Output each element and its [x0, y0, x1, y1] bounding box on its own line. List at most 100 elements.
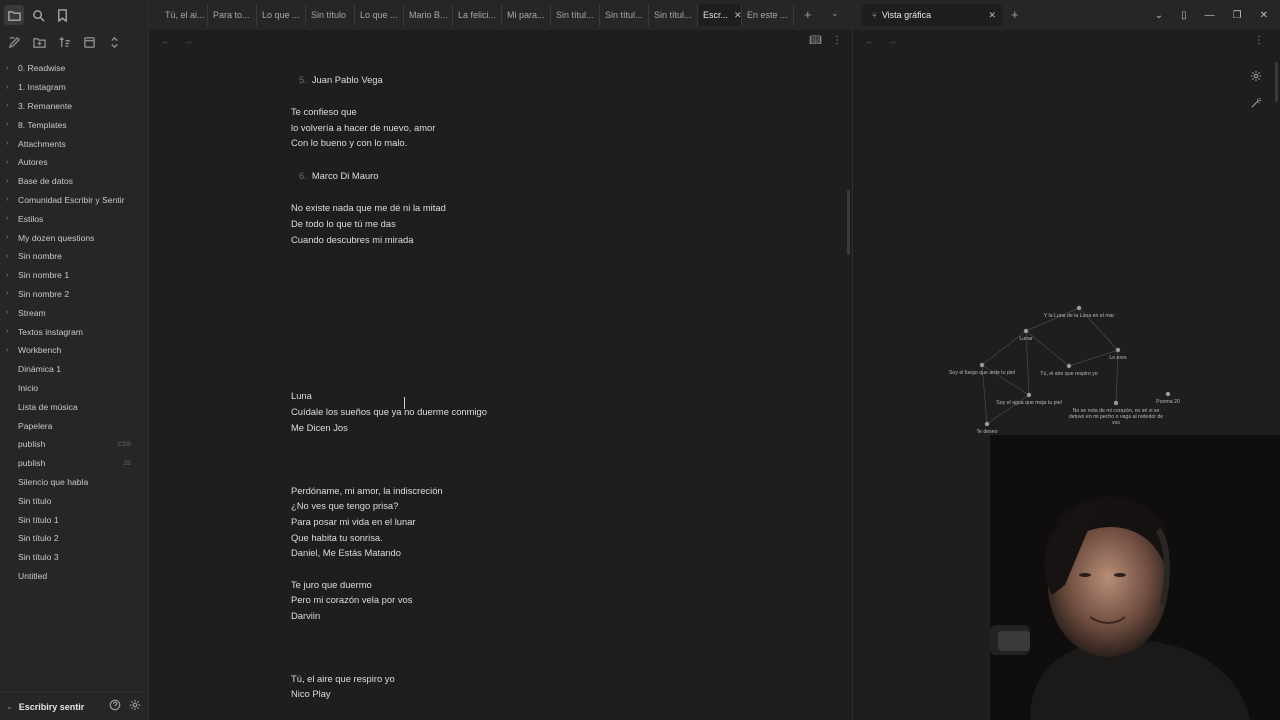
chevron-right-icon[interactable]: ›	[6, 272, 18, 279]
chevron-right-icon[interactable]: ›	[6, 65, 18, 72]
sidebar-folder-item[interactable]: › 3. Remanente	[0, 97, 149, 116]
editor-tab[interactable]: En este ...	[742, 4, 794, 26]
settings-gear-icon[interactable]	[129, 699, 141, 714]
scrollbar[interactable]	[847, 190, 850, 255]
sidebar-folder-item[interactable]: › Attachments	[0, 134, 149, 153]
sidebar-folder-item[interactable]: › My dozen questions	[0, 228, 149, 247]
sidebar-folder-item[interactable]: › Stream	[0, 303, 149, 322]
editor-tab[interactable]: Sin título	[306, 4, 355, 26]
close-icon[interactable]: ✕	[734, 10, 741, 21]
sidebar-file-item[interactable]: Silencio que habla	[0, 473, 149, 492]
sidebar-file-item[interactable]: publish CSS	[0, 435, 149, 454]
graph-node[interactable]	[1066, 363, 1072, 369]
chevron-right-icon[interactable]: ›	[6, 159, 18, 166]
sidebar-file-item[interactable]: Sin título 2	[0, 529, 149, 548]
sidebar-folder-item[interactable]: › Comunidad Escribir y Sentir	[0, 191, 149, 210]
editor-tab[interactable]: Lo que ...	[355, 4, 404, 26]
sidebar-folder-item[interactable]: › Textos instagram	[0, 322, 149, 341]
chevron-right-icon[interactable]: ›	[6, 140, 18, 147]
new-tab-plus-icon[interactable]: +	[1011, 7, 1019, 22]
graph-node[interactable]	[979, 362, 985, 368]
editor-pane[interactable]: ← → 📖︎ ⋮ 5. Juan Pablo Vega Te confieso qu…	[149, 30, 852, 720]
sidebar-file-item[interactable]: Inicio	[0, 379, 149, 398]
editor-tab[interactable]: Sin títul...	[649, 4, 698, 26]
sidebar-file-item[interactable]: Untitled	[0, 567, 149, 586]
chevron-right-icon[interactable]: ›	[6, 234, 18, 241]
sidebar-folder-item[interactable]: › Autores	[0, 153, 149, 172]
chevron-down-icon[interactable]: ⌄	[1155, 10, 1163, 21]
editor-tab[interactable]: Sin títul...	[551, 4, 600, 26]
chevron-right-icon[interactable]: ›	[6, 347, 18, 354]
bookmark-icon[interactable]	[52, 5, 72, 25]
editor-tab[interactable]: Escr... ✕	[698, 4, 742, 26]
sidebar-item-label: publish	[18, 439, 46, 450]
sidebar-folder-item[interactable]: › 8. Templates	[0, 115, 149, 134]
new-note-icon[interactable]	[4, 32, 24, 52]
sidebar-file-item[interactable]: Lista de música	[0, 397, 149, 416]
back-arrow-icon[interactable]: ←	[161, 36, 171, 47]
editor-tab[interactable]: Lo que ...	[257, 4, 306, 26]
close-icon[interactable]: ✕	[988, 10, 996, 21]
sidebar-file-item[interactable]: publish JS	[0, 454, 149, 473]
tab-list-chevron-icon[interactable]: ⌄	[831, 8, 839, 19]
minimize-icon[interactable]: —	[1205, 10, 1215, 21]
sidebar-folder-item[interactable]: › Base de datos	[0, 172, 149, 191]
chevron-right-icon[interactable]: ›	[6, 309, 18, 316]
help-icon[interactable]	[109, 699, 121, 714]
editor-tab[interactable]: Sin títul...	[600, 4, 649, 26]
tab-graph-view[interactable]: ⑂ Vista gráfica ✕	[862, 4, 1002, 26]
file-explorer-sidebar: › 0. Readwise › 1. Instagram › 3. Remanente › 8…	[0, 0, 149, 720]
sidebar-folder-item[interactable]: › Estilos	[0, 209, 149, 228]
sort-icon[interactable]	[54, 32, 74, 52]
sidebar-folder-item[interactable]: › Sin nombre 2	[0, 285, 149, 304]
chevron-right-icon[interactable]: ›	[6, 178, 18, 185]
graph-canvas[interactable]: Y la Luna de la Luna en el mar Lunar Lo er…	[853, 30, 1280, 435]
graph-node[interactable]	[1026, 392, 1032, 398]
graph-node[interactable]	[984, 421, 990, 427]
editor-tab[interactable]: Mi para...	[502, 4, 551, 26]
folder-icon[interactable]	[4, 5, 24, 25]
chevron-right-icon[interactable]: ›	[6, 215, 18, 222]
editor-tab[interactable]: La felici...	[453, 4, 502, 26]
graph-node[interactable]	[1076, 305, 1082, 311]
reading-view-book-icon[interactable]: 📖︎	[809, 35, 822, 46]
chevron-right-icon[interactable]: ›	[6, 290, 18, 297]
chevron-right-icon[interactable]: ›	[6, 196, 18, 203]
sidebar-file-item[interactable]: Dinámica 1	[0, 360, 149, 379]
editor-tab[interactable]: Mario B...	[404, 4, 453, 26]
sidebar-file-item[interactable]: Sin título 1	[0, 510, 149, 529]
line-text: lo volvería a hacer de nuevo, amor	[291, 122, 436, 133]
chevron-right-icon[interactable]: ›	[6, 84, 18, 91]
editor-tab[interactable]: Tú, el ai...	[160, 4, 208, 26]
sidebar-file-item[interactable]: Sin título 3	[0, 548, 149, 567]
sidebar-file-item[interactable]: Sin título	[0, 491, 149, 510]
graph-node[interactable]	[1113, 400, 1119, 406]
line-text: Luna	[291, 390, 312, 401]
sidebar-file-item[interactable]: Papelera	[0, 416, 149, 435]
sidebar-toggle-icon[interactable]: ▯	[1181, 10, 1187, 21]
graph-node[interactable]	[1115, 347, 1121, 353]
sidebar-folder-item[interactable]: › 1. Instagram	[0, 78, 149, 97]
search-icon[interactable]	[28, 5, 48, 25]
forward-arrow-icon[interactable]: →	[183, 36, 193, 47]
chevron-right-icon[interactable]: ›	[6, 121, 18, 128]
collapse-icon[interactable]	[79, 32, 99, 52]
sidebar-folder-item[interactable]: › Sin nombre 1	[0, 266, 149, 285]
editor-tab[interactable]: Para to...	[208, 4, 257, 26]
close-window-icon[interactable]: ✕	[1260, 10, 1268, 21]
sidebar-folder-item[interactable]: › Workbench	[0, 341, 149, 360]
graph-node[interactable]	[1023, 328, 1029, 334]
restore-icon[interactable]: ❐	[1233, 10, 1242, 21]
chevron-right-icon[interactable]: ›	[6, 102, 18, 109]
vault-switcher[interactable]: ⌄ Escribiry sentir	[0, 692, 149, 720]
sidebar-folder-item[interactable]: › 0. Readwise	[0, 59, 149, 78]
expand-icon[interactable]	[104, 32, 124, 52]
sidebar-folder-item[interactable]: › Sin nombre	[0, 247, 149, 266]
more-options-icon[interactable]: ⋮	[832, 35, 842, 46]
graph-view-pane[interactable]: ← → ⋮ Y la Luna de la Luna en el mar Luna…	[853, 30, 1280, 435]
new-folder-icon[interactable]	[29, 32, 49, 52]
chevron-right-icon[interactable]: ›	[6, 253, 18, 260]
chevron-right-icon[interactable]: ›	[6, 328, 18, 335]
graph-node[interactable]	[1165, 391, 1171, 397]
new-tab-plus-icon[interactable]: +	[804, 7, 812, 22]
